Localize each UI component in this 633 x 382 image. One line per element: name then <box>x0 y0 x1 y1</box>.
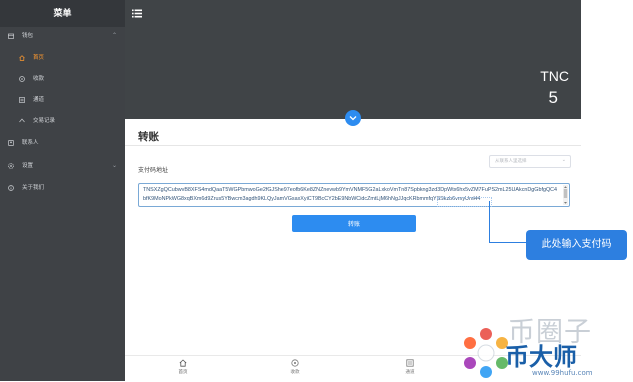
callout-line <box>489 242 526 243</box>
sidebar-item-about[interactable]: 关于我们 <box>0 180 125 196</box>
address-input[interactable]: TNSXZgQCubwvB8XFS4mdQaaT5WGPbmwoGe2fGJSh… <box>143 186 559 204</box>
transfer-submit-button[interactable]: 转账 <box>292 215 416 232</box>
home-icon <box>19 55 25 61</box>
receive-icon <box>19 76 25 82</box>
sidebar-item-label: 通道 <box>33 97 45 103</box>
chevron-down-icon: ⌄ <box>561 157 566 163</box>
settings-icon <box>8 163 14 169</box>
annotation-callout: 此处输入支付码 <box>526 230 627 260</box>
wallet-icon <box>8 33 14 39</box>
collapse-button[interactable] <box>345 110 361 126</box>
sidebar-item-receive[interactable]: 收款 <box>0 71 125 87</box>
contact-select[interactable]: 从联系人里选择 ⌄ <box>489 155 571 168</box>
sidebar-item-records[interactable]: 交易记录 <box>0 113 125 129</box>
bottom-nav-label: 收款 <box>290 369 300 374</box>
watermark-url: www.99hufu.com <box>532 369 593 377</box>
sidebar: 菜单 钱包 ⌃ 首页 收款 通道 交易记录 联系人 设置 ⌄ 关于我们 <box>0 0 125 381</box>
sidebar-item-label: 关于我们 <box>22 185 45 191</box>
sidebar-item-home[interactable]: 首页 <box>0 50 125 66</box>
receive-icon <box>291 359 299 367</box>
bottom-nav-home[interactable]: 首页 <box>153 359 213 375</box>
address-label: 支付码地址 <box>138 168 169 174</box>
sidebar-item-wallet[interactable]: 钱包 ⌃ <box>0 28 125 44</box>
contacts-icon <box>8 140 14 146</box>
coin-name: TNC <box>540 68 569 84</box>
sidebar-item-label: 收款 <box>33 76 45 82</box>
bottom-nav-receive[interactable]: 收款 <box>265 359 325 375</box>
bottom-nav-channel[interactable]: 通道 <box>380 359 440 375</box>
record-icon <box>19 118 25 123</box>
menu-toggle-icon[interactable] <box>132 9 142 18</box>
scrollbar[interactable] <box>563 185 568 205</box>
bottom-nav-label: 通道 <box>405 369 415 374</box>
channel-icon <box>19 97 25 103</box>
sidebar-item-label: 设置 <box>22 163 34 169</box>
address-field[interactable]: TNSXZgQCubwvB8XFS4mdQaaT5WGPbmwoGe2fGJSh… <box>138 183 570 207</box>
callout-target-box <box>437 197 492 207</box>
sidebar-item-label: 交易记录 <box>33 118 56 124</box>
header: TNC 5 <box>125 0 581 119</box>
sidebar-item-label: 钱包 <box>22 33 34 39</box>
page-title: 转账 <box>138 131 159 143</box>
chevron-down-icon: ⌄ <box>111 163 117 169</box>
sidebar-item-label: 联系人 <box>22 140 39 146</box>
sidebar-item-channel[interactable]: 通道 <box>0 92 125 108</box>
sidebar-title: 菜单 <box>0 0 125 27</box>
contact-select-placeholder: 从联系人里选择 <box>495 158 527 163</box>
sidebar-item-settings[interactable]: 设置 ⌄ <box>0 158 125 174</box>
home-icon <box>179 359 187 367</box>
watermark-text: 币大师 <box>505 343 577 371</box>
divider <box>125 145 581 146</box>
channel-icon <box>406 359 414 367</box>
chevron-down-icon <box>349 116 357 121</box>
coin-balance: 5 <box>548 88 558 107</box>
chevron-up-icon: ⌃ <box>111 33 117 39</box>
bottom-nav-label: 首页 <box>178 369 188 374</box>
sidebar-item-contacts[interactable]: 联系人 <box>0 135 125 151</box>
info-icon <box>8 185 14 191</box>
callout-line <box>489 201 490 243</box>
sidebar-item-label: 首页 <box>33 55 45 61</box>
